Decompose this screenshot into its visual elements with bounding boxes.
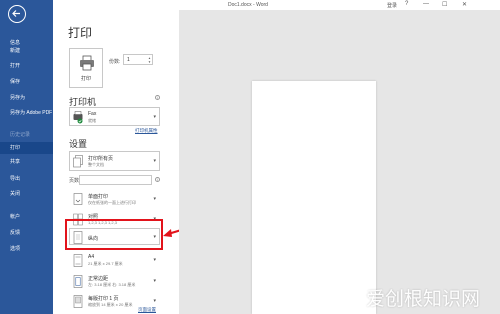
paper-size-icon <box>73 254 83 267</box>
margins-dropdown[interactable]: 正常边距 左: 3.18 厘米 右: 3.18 厘米 ▾ <box>69 271 160 290</box>
copies-stepper[interactable]: 1 ▲ ▼ <box>123 54 153 65</box>
sidebar-item-save-as-pdf[interactable]: 另存为 Adobe PDF <box>0 110 53 124</box>
chevron-down-icon: ▾ <box>153 298 156 304</box>
paper-size-value: A4 <box>88 254 95 260</box>
printer-status: 就绪 <box>88 118 96 123</box>
chevron-down-icon: ▾ <box>153 114 156 120</box>
sidebar-item-share[interactable]: 共享 <box>0 156 53 168</box>
document-title: Doc1.docx - Word <box>228 2 268 8</box>
sidebar-item-print[interactable]: 打印 <box>0 142 53 154</box>
chevron-down-icon: ▾ <box>153 257 156 263</box>
sidebar-item-feedback[interactable]: 反馈 <box>0 227 53 239</box>
close-button[interactable]: ✕ <box>462 1 467 8</box>
settings-heading: 设置 <box>69 139 88 149</box>
backstage-sidebar: 信息 新建 打开 保存 另存为 另存为 Adobe PDF 历史记录 打印 共享… <box>0 0 53 314</box>
restore-button[interactable]: ☐ <box>442 1 447 8</box>
info-icon[interactable]: i <box>155 95 160 100</box>
back-arrow-icon <box>12 10 20 17</box>
pages-icon <box>73 155 83 168</box>
copies-value: 1 <box>127 57 130 63</box>
paper-size-desc: 21 厘米 x 29.7 厘米 <box>88 261 123 266</box>
printer-icon <box>80 55 94 71</box>
sidebar-item-close[interactable]: 关闭 <box>0 188 53 200</box>
print-range-value: 打印所有页 <box>88 156 114 162</box>
printer-properties-link[interactable]: 打印机属性 <box>135 128 158 134</box>
printer-dropdown[interactable]: Fax 就绪 ▾ <box>69 107 160 126</box>
chevron-down-icon: ▾ <box>153 196 156 202</box>
fax-printer-icon <box>73 111 83 124</box>
paper-size-dropdown[interactable]: A4 21 厘米 x 29.7 厘米 ▾ <box>69 250 160 269</box>
pages-per-sheet-icon <box>73 295 83 308</box>
margins-icon <box>73 275 83 288</box>
one-sided-icon <box>73 193 83 205</box>
info-icon[interactable]: i <box>155 177 160 182</box>
printer-name: Fax <box>88 111 97 117</box>
copies-label: 份数: <box>109 59 121 65</box>
print-range-dropdown[interactable]: 打印所有页 整个文档 ▾ <box>69 151 160 171</box>
pages-per-sheet-desc: 缩放到 14 厘米 x 20 厘米 <box>88 302 133 307</box>
help-button[interactable]: ? <box>405 1 408 7</box>
print-button[interactable]: 打印 <box>69 48 103 88</box>
sides-dropdown[interactable]: 单面打印 仅在纸张的一面上进行打印 ▾ <box>69 189 160 208</box>
print-range-desc: 整个文档 <box>88 162 104 167</box>
watermark-text: 爱创根知识网 <box>366 288 481 310</box>
margins-desc: 左: 3.18 厘米 右: 3.18 厘米 <box>88 282 136 287</box>
sign-in-link[interactable]: 登录 <box>387 2 397 9</box>
spin-arrows-icon[interactable]: ▲ ▼ <box>148 56 151 64</box>
preview-page <box>252 81 376 314</box>
sidebar-item-save[interactable]: 保存 <box>0 76 53 88</box>
sidebar-item-export[interactable]: 导出 <box>0 173 53 185</box>
sidebar-item-options[interactable]: 选项 <box>0 243 53 255</box>
back-button[interactable] <box>8 5 26 23</box>
minimize-button[interactable]: — <box>423 1 429 7</box>
sidebar-item-open[interactable]: 打开 <box>0 60 53 72</box>
sidebar-item-account[interactable]: 帐户 <box>0 211 53 223</box>
sidebar-item-new[interactable]: 新建 <box>0 45 53 57</box>
highlight-box <box>65 219 163 250</box>
title-bar: Doc1.docx - Word 登录 ? — ☐ ✕ <box>53 0 500 10</box>
chevron-down-icon: ▾ <box>153 158 156 164</box>
page-setup-link[interactable]: 页面设置 <box>138 307 156 313</box>
print-settings-pane: 打印 打印 份数: 1 ▲ ▼ 打印机 i Fax 就绪 ▾ 打印机属性 设置 打… <box>53 10 179 314</box>
sides-desc: 仅在纸张的一面上进行打印 <box>88 200 136 205</box>
page-title: 打印 <box>68 26 93 40</box>
sidebar-item-history: 历史记录 <box>10 132 31 138</box>
sidebar-item-save-as[interactable]: 另存为 <box>0 92 53 104</box>
sides-value: 单面打印 <box>88 194 109 200</box>
pages-per-sheet-value: 每版打印 1 页 <box>88 296 119 302</box>
chevron-down-icon: ▾ <box>153 278 156 284</box>
margins-value: 正常边距 <box>88 276 109 282</box>
pages-input[interactable] <box>79 175 152 185</box>
print-button-label: 打印 <box>80 76 91 82</box>
